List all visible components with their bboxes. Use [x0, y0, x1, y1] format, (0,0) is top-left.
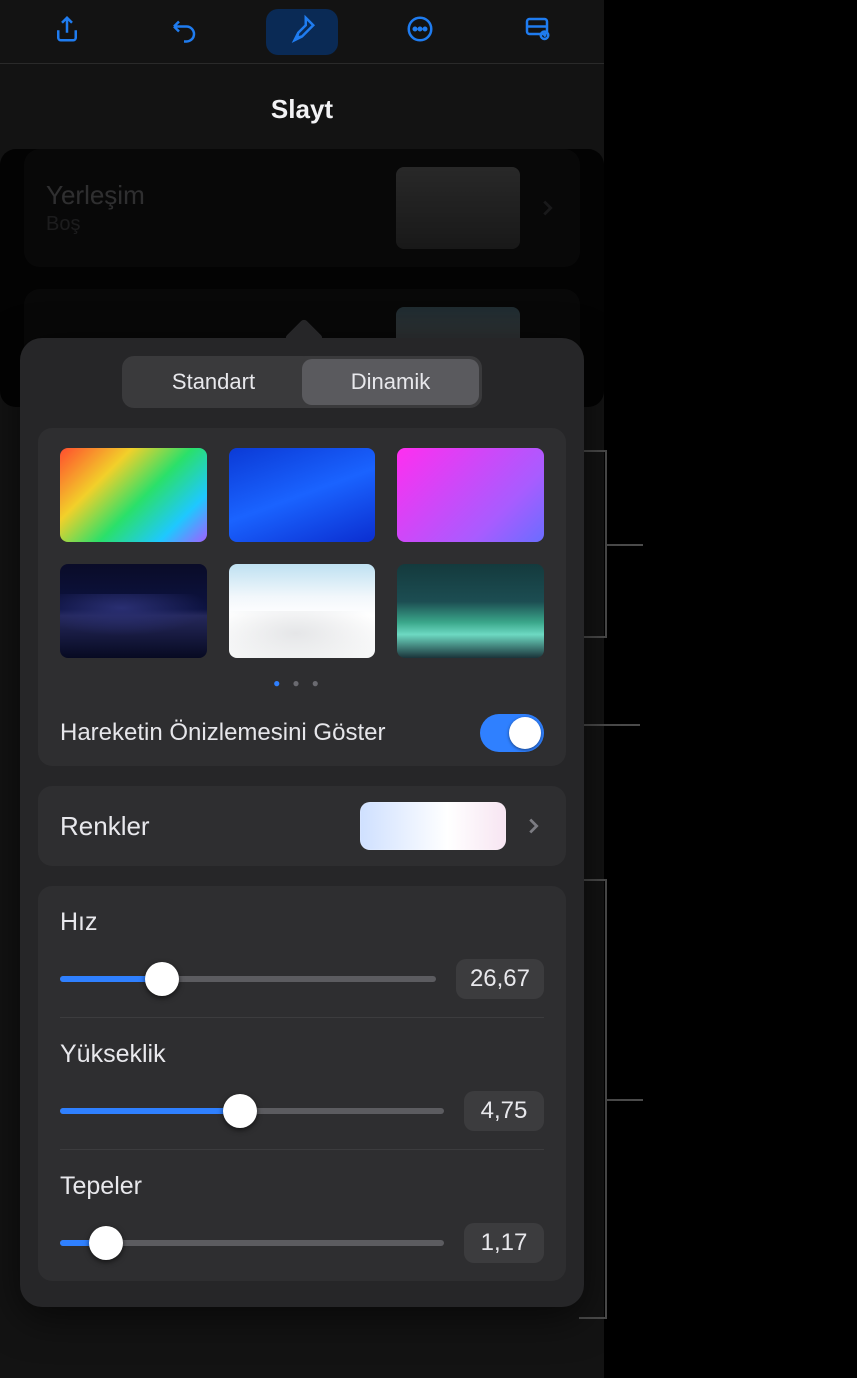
colors-row[interactable]: Renkler	[38, 786, 566, 866]
show-motion-preview-label: Hareketin Önizlemesini Göster	[60, 719, 480, 747]
peaks-value[interactable]: 1,17	[464, 1223, 544, 1263]
layout-label: Yerleşim	[46, 180, 396, 211]
colors-label: Renkler	[60, 811, 360, 842]
page-title: Slayt	[0, 64, 604, 149]
speed-slider[interactable]	[60, 976, 436, 982]
segment-dynamic[interactable]: Dinamik	[302, 359, 479, 405]
brush-icon	[287, 14, 317, 49]
layout-row[interactable]: Yerleşim Boş	[24, 149, 580, 267]
page-indicator[interactable]: ●●●	[60, 672, 544, 704]
show-motion-preview-toggle[interactable]	[480, 714, 544, 752]
more-icon	[405, 14, 435, 49]
background-popover: Standart Dinamik ●●● Hareketin Önizlemes…	[20, 338, 584, 1307]
height-label: Yükseklik	[60, 1040, 544, 1069]
share-button[interactable]	[31, 9, 103, 55]
bg-swatch-blue[interactable]	[229, 448, 376, 542]
chevron-right-icon	[536, 197, 558, 219]
bg-swatch-white[interactable]	[229, 564, 376, 658]
background-type-segmented[interactable]: Standart Dinamik	[122, 356, 482, 408]
bg-swatch-teal[interactable]	[397, 564, 544, 658]
peaks-slider[interactable]	[60, 1240, 444, 1246]
speed-slider-block: Hız 26,67	[60, 886, 544, 1018]
colors-preview-swatch	[360, 802, 506, 850]
height-value[interactable]: 4,75	[464, 1091, 544, 1131]
peaks-slider-block: Tepeler 1,17	[60, 1150, 544, 1281]
bg-swatch-pink[interactable]	[397, 448, 544, 542]
layout-subtitle: Boş	[46, 213, 396, 236]
format-button[interactable]	[266, 9, 338, 55]
bg-swatch-navy[interactable]	[60, 564, 207, 658]
speed-value[interactable]: 26,67	[456, 959, 544, 999]
callout-lead-swatches	[607, 544, 643, 546]
presenter-button[interactable]	[501, 9, 573, 55]
dynamic-backgrounds-card: ●●● Hareketin Önizlemesini Göster	[38, 428, 566, 766]
speed-label: Hız	[60, 908, 544, 937]
peaks-label: Tepeler	[60, 1172, 544, 1201]
segment-standard[interactable]: Standart	[125, 359, 302, 405]
presenter-icon	[522, 14, 552, 49]
chevron-right-icon	[522, 815, 544, 837]
height-slider[interactable]	[60, 1108, 444, 1114]
layout-thumbnail	[396, 167, 520, 249]
undo-icon	[169, 14, 199, 49]
callout-lead-sliders	[607, 1099, 643, 1101]
undo-button[interactable]	[148, 9, 220, 55]
height-slider-block: Yükseklik 4,75	[60, 1018, 544, 1150]
dynamic-sliders-card: Hız 26,67 Yükseklik 4,75	[38, 886, 566, 1281]
more-button[interactable]	[384, 9, 456, 55]
toggle-knob	[509, 717, 541, 749]
bg-swatch-rainbow[interactable]	[60, 448, 207, 542]
share-icon	[52, 14, 82, 49]
toolbar	[0, 0, 604, 64]
